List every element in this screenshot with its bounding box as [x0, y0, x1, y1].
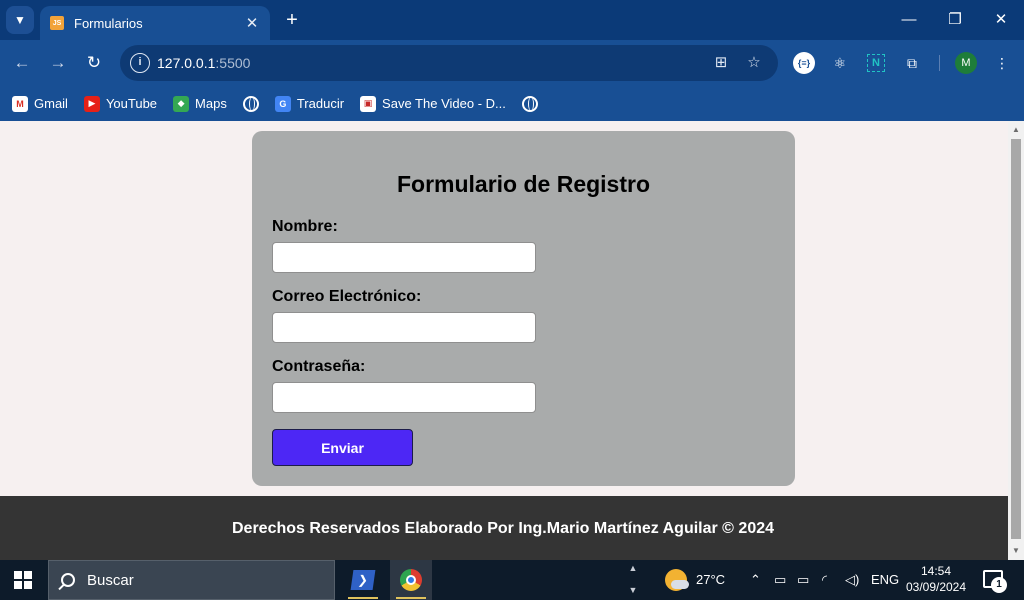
bookmark-youtube[interactable]: ▶ YouTube	[83, 95, 158, 112]
clock-time: 14:54	[920, 564, 952, 578]
globe-icon	[521, 95, 538, 112]
minimize-button[interactable]: —	[894, 8, 924, 32]
profile-avatar[interactable]: M	[955, 52, 977, 74]
scroll-up-icon[interactable]: ▲	[1011, 125, 1021, 135]
correo-input[interactable]	[272, 312, 536, 343]
show-hidden-icons-icon[interactable]: ⌃	[750, 572, 761, 588]
bookmarks-bar: M Gmail ▶ YouTube ◆ Maps G Traducir ▣ Sa…	[0, 86, 1024, 121]
clock-date: 03/09/2024	[905, 580, 967, 594]
chrome-icon	[400, 569, 422, 591]
weather-temperature[interactable]: 27°C	[696, 572, 725, 587]
enviar-button[interactable]: Enviar	[272, 429, 413, 466]
wifi-icon[interactable]: ◜	[822, 572, 827, 588]
bookmark-globe-1[interactable]	[242, 95, 259, 112]
language-indicator[interactable]: ENG	[871, 572, 899, 587]
taskbar-chrome[interactable]	[390, 560, 432, 600]
page-viewport: Formulario de Registro Nombre: Correo El…	[0, 121, 1008, 560]
reload-button[interactable]: ↻	[81, 50, 107, 76]
close-tab-icon[interactable]: ✕	[244, 14, 260, 32]
taskbar: Buscar ❯ ▲ ▼ 27°C ⌃ ▭ ▭ ◜ ◁) ENG 14:54 0…	[0, 560, 1024, 600]
bookmark-label: Gmail	[34, 96, 68, 111]
bookmark-label: Traducir	[296, 96, 345, 111]
footer-text: Derechos Reservados Elaborado Por Ing.Ma…	[231, 520, 775, 537]
scroll-thumb[interactable]	[1011, 139, 1021, 539]
n-extension-icon[interactable]: N	[867, 54, 885, 72]
windows-start-icon[interactable]	[14, 571, 32, 589]
bookmark-label: Maps	[195, 96, 227, 111]
restore-button[interactable]: ❐	[940, 8, 970, 32]
taskbar-search[interactable]: Buscar	[48, 560, 335, 600]
taskbar-scroll[interactable]: ▲ ▼	[626, 560, 640, 600]
taskbar-search-label: Buscar	[87, 571, 134, 589]
correo-label: Correo Electrónico:	[272, 288, 422, 305]
bookmark-gmail[interactable]: M Gmail	[12, 95, 68, 112]
registration-form: Formulario de Registro Nombre: Correo El…	[252, 131, 795, 486]
new-tab-button[interactable]: +	[282, 8, 302, 32]
nombre-label: Nombre:	[272, 218, 338, 235]
url-port: :5500	[215, 55, 251, 71]
bookmark-star-icon[interactable]: ☆	[744, 53, 764, 73]
form-title: Formulario de Registro	[396, 171, 651, 197]
bookmark-label: Save The Video - D...	[382, 96, 506, 111]
address-bar[interactable]: i 127.0.0.1:5500 ⊞ ☆	[120, 45, 778, 81]
translate-page-icon[interactable]: ⊞	[711, 53, 731, 73]
weather-partly-cloudy-icon[interactable]	[665, 569, 689, 591]
active-indicator	[348, 597, 378, 599]
json-viewer-extension-icon[interactable]: {≡}	[793, 52, 815, 74]
tab-formularios[interactable]: JS Formularios ✕	[40, 6, 270, 40]
scroll-down-icon[interactable]: ▼	[1011, 546, 1021, 556]
volume-icon[interactable]: ◁)	[845, 572, 859, 588]
back-button[interactable]: ←	[9, 50, 35, 76]
navigation-bar: ← → ↻ i 127.0.0.1:5500 ⊞ ☆ {≡} ⚛ N ⧉ M ⋮	[0, 40, 1024, 86]
js-favicon-icon: JS	[50, 16, 64, 30]
close-window-button[interactable]: ✕	[986, 8, 1016, 32]
bookmark-globe-2[interactable]	[521, 95, 538, 112]
maps-icon: ◆	[173, 95, 190, 112]
powershell-icon: ❯	[350, 570, 376, 590]
contrasena-input[interactable]	[272, 382, 536, 413]
title-bar: ▼ JS Formularios ✕ + — ❐ ✕	[0, 0, 1024, 40]
battery-icon[interactable]: ▭	[797, 572, 809, 588]
page-scrollbar[interactable]: ▲ ▼	[1008, 121, 1024, 560]
tab-title: Formularios	[74, 15, 143, 31]
bookmark-traducir[interactable]: G Traducir	[274, 95, 345, 112]
youtube-icon: ▶	[83, 95, 100, 112]
forward-button[interactable]: →	[45, 50, 71, 76]
menu-kebab-icon[interactable]: ⋮	[991, 52, 1013, 74]
tab-search-button[interactable]: ▼	[6, 6, 34, 34]
bookmark-save-the-video[interactable]: ▣ Save The Video - D...	[360, 95, 506, 112]
chevron-down-icon[interactable]: ▼	[626, 585, 640, 595]
translate-icon: G	[274, 95, 291, 112]
site-info-icon[interactable]: i	[130, 53, 150, 73]
globe-icon	[242, 95, 259, 112]
nombre-input[interactable]	[272, 242, 536, 273]
notification-count-badge: 1	[991, 577, 1007, 593]
bookmark-label: YouTube	[105, 96, 158, 111]
meet-now-icon[interactable]: ▭	[774, 572, 786, 588]
active-indicator	[396, 597, 426, 599]
save-video-icon: ▣	[360, 95, 377, 112]
page-footer: Derechos Reservados Elaborado Por Ing.Ma…	[0, 496, 1008, 560]
chevron-up-icon[interactable]: ▲	[626, 563, 640, 573]
clock[interactable]: 14:54 03/09/2024	[900, 563, 972, 595]
taskbar-powershell[interactable]: ❯	[342, 560, 384, 600]
url-host: 127.0.0.1	[157, 55, 216, 71]
extensions-puzzle-icon[interactable]: ⧉	[901, 52, 923, 74]
contrasena-label: Contraseña:	[272, 358, 366, 375]
url-text: 127.0.0.1:5500	[157, 55, 250, 71]
chevron-down-icon: ▼	[14, 13, 26, 27]
search-icon	[61, 573, 75, 587]
bookmark-maps[interactable]: ◆ Maps	[173, 95, 227, 112]
gmail-icon: M	[12, 95, 28, 112]
toolbar-divider	[939, 55, 940, 71]
react-devtools-icon[interactable]: ⚛	[829, 52, 851, 74]
